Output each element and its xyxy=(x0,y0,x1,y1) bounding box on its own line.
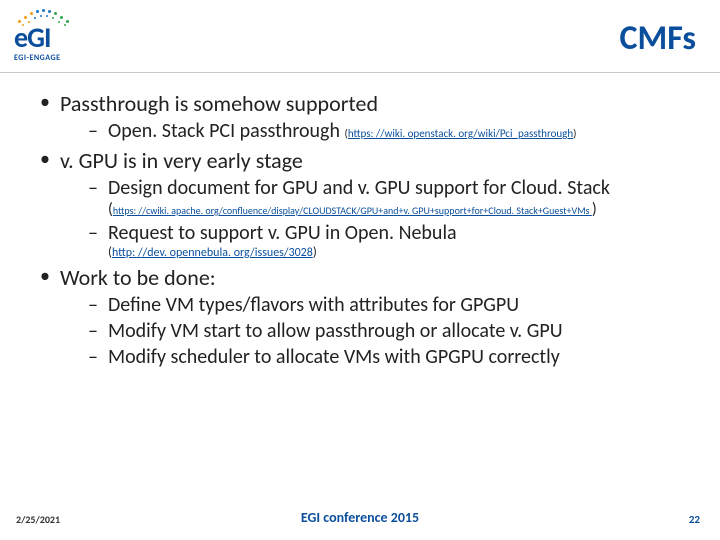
footer: 2/25/2021 EGI conference 2015 22 xyxy=(0,500,720,540)
logo-subtitle: EGI-ENGAGE xyxy=(14,53,72,63)
slide: eGI EGI-ENGAGE CMFs Passthrough is someh… xyxy=(0,0,720,540)
page-number: 22 xyxy=(689,513,700,526)
link-cloudstack[interactable]: https: //cwiki. apache. org/confluence/d… xyxy=(113,204,592,217)
bullet-cloudstack-design: Design document for GPU and v. GPU suppo… xyxy=(60,176,692,200)
bullet-vgpu: v. GPU is in very early stage Design doc… xyxy=(38,147,692,260)
bullet-text: Modify scheduler to allocate VMs with GP… xyxy=(108,345,560,369)
content: Passthrough is somehow supported Open. S… xyxy=(38,90,692,480)
bullet-text: Define VM types/flavors with attributes … xyxy=(108,293,519,317)
bullet-text: Modify VM start to allow passthrough or … xyxy=(108,319,563,343)
link-wrap: (https: //wiki. openstack. org/wiki/Pci_… xyxy=(345,127,577,140)
bullet-openstack-pci: Open. Stack PCI passthrough (https: //wi… xyxy=(60,119,692,143)
link-opennebula[interactable]: http: //dev. opennebula. org/issues/3028 xyxy=(112,246,313,260)
header-divider xyxy=(0,72,720,73)
bullet-text: Request to support v. GPU in Open. Nebul… xyxy=(108,221,457,245)
logo-dots-icon xyxy=(14,6,72,28)
bullet-passthrough: Passthrough is somehow supported Open. S… xyxy=(38,90,692,143)
link-row-cloudstack: (https: //cwiki. apache. org/confluence/… xyxy=(60,200,692,219)
bullet-define-flavors: Define VM types/flavors with attributes … xyxy=(60,293,692,317)
link-row-opennebula: (http: //dev. opennebula. org/issues/302… xyxy=(60,245,692,260)
bullet-text: v. GPU is in very early stage xyxy=(60,147,303,174)
bullet-modify-scheduler: Modify scheduler to allocate VMs with GP… xyxy=(60,345,692,369)
link-openstack-pci[interactable]: https: //wiki. openstack. org/wiki/Pci_p… xyxy=(348,127,573,140)
bullet-opennebula: Request to support v. GPU in Open. Nebul… xyxy=(60,221,692,245)
bullet-work: Work to be done: Define VM types/flavors… xyxy=(38,264,692,369)
header: eGI EGI-ENGAGE CMFs xyxy=(0,0,720,72)
logo: eGI EGI-ENGAGE xyxy=(14,6,72,63)
bullet-text: Open. Stack PCI passthrough xyxy=(108,119,345,143)
bullet-text: Design document for GPU and v. GPU suppo… xyxy=(108,176,610,200)
bullet-modify-start: Modify VM start to allow passthrough or … xyxy=(60,319,692,343)
bullet-text: Passthrough is somehow supported xyxy=(60,90,378,117)
footer-center: EGI conference 2015 xyxy=(0,509,720,526)
page-title: CMFs xyxy=(620,18,696,59)
bullet-text: Work to be done: xyxy=(60,264,216,291)
logo-brand: eGI xyxy=(14,24,50,52)
